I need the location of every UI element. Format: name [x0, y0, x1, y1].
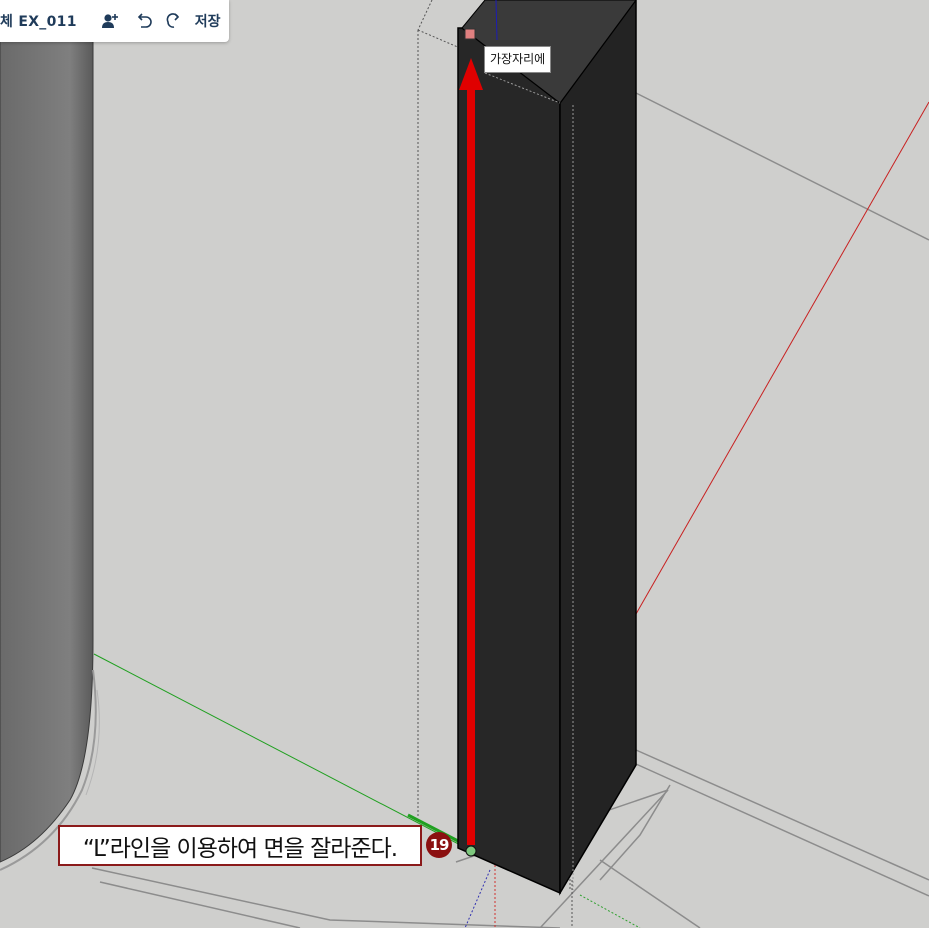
redo-button[interactable] — [165, 13, 183, 29]
inference-tooltip: 가장자리에 — [484, 46, 552, 73]
undo-icon — [137, 13, 152, 28]
document-title: 체 EX_011 — [0, 14, 77, 30]
save-button[interactable]: 저장 — [195, 11, 221, 31]
add-user-button[interactable] — [101, 12, 119, 30]
endpoint-snap-marker — [464, 28, 476, 40]
top-toolbar: 체 EX_011 저장 — [0, 0, 229, 42]
column-object[interactable] — [457, 0, 637, 896]
add-user-icon — [101, 14, 118, 28]
cursor-snap-point — [465, 845, 477, 857]
instruction-caption: “L”라인을 이용하여 면을 잘라준다. — [58, 825, 422, 866]
cylinder-object[interactable] — [0, 0, 100, 871]
step-number-badge: 19 — [426, 832, 452, 858]
modeling-viewport[interactable] — [0, 0, 929, 928]
undo-button[interactable] — [135, 13, 153, 29]
redo-icon — [166, 13, 179, 28]
